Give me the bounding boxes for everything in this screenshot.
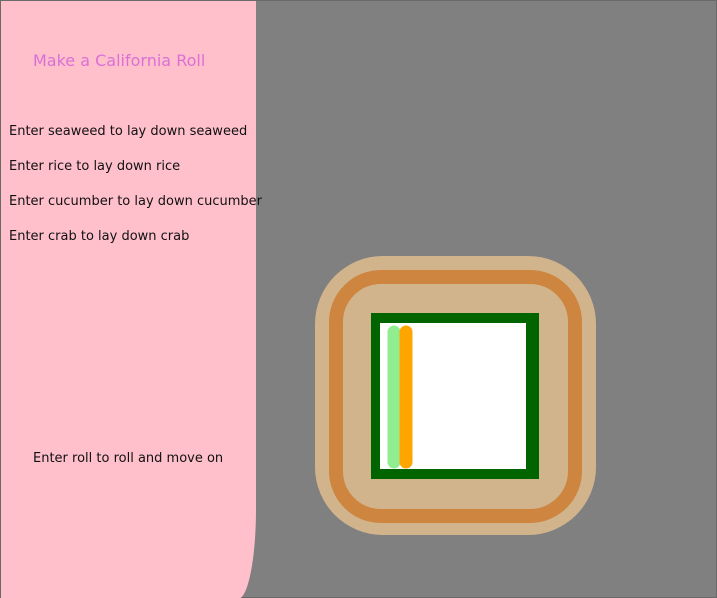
game-canvas[interactable]: Make a California Roll Enter seaweed to … xyxy=(0,0,717,598)
sushi-roll-drawing xyxy=(315,256,596,535)
